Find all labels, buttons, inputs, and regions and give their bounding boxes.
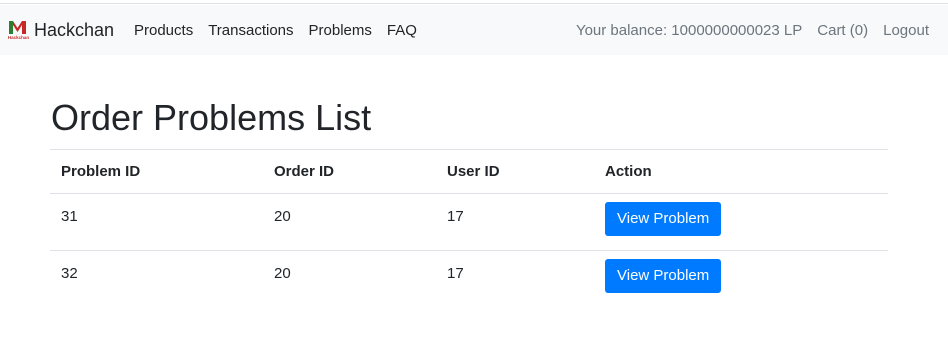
header-order-id: Order ID xyxy=(263,149,436,194)
view-problem-button[interactable]: View Problem xyxy=(605,202,722,236)
table-header-row: Problem ID Order ID User ID Action xyxy=(50,149,888,194)
cell-action: View Problem xyxy=(594,193,888,251)
cell-user-id: 17 xyxy=(436,193,594,251)
brand-link[interactable]: Hackchan Hackchan xyxy=(8,5,114,55)
balance-text: Your balance: 1000000000023 LP xyxy=(575,21,803,39)
cell-problem-id: 32 xyxy=(61,265,78,282)
main-nav: Products Transactions Problems FAQ xyxy=(134,5,432,55)
nav-products[interactable]: Products xyxy=(134,22,193,39)
cell-order-id: 20 xyxy=(274,265,291,282)
navbar: Hackchan Hackchan Products Transactions … xyxy=(0,5,948,55)
user-nav: Your balance: 1000000000023 LP Cart (0) … xyxy=(576,5,929,55)
nav-transactions[interactable]: Transactions xyxy=(208,22,293,39)
svg-text:Hackchan: Hackchan xyxy=(8,35,29,40)
nav-problems[interactable]: Problems xyxy=(309,22,372,39)
view-problem-button[interactable]: View Problem xyxy=(605,259,722,293)
logout-link[interactable]: Logout xyxy=(883,22,929,39)
cell-problem-id: 31 xyxy=(50,193,263,251)
cell-user-id: 17 xyxy=(447,265,464,282)
header-user-id: User ID xyxy=(436,149,594,194)
hackchan-logo-icon: Hackchan xyxy=(8,21,29,40)
problems-table: Problem ID Order ID User ID Action 31 20… xyxy=(50,149,888,308)
brand-name: Hackchan xyxy=(34,19,115,40)
cell-order-id: 20 xyxy=(263,193,436,251)
nav-faq[interactable]: FAQ xyxy=(387,22,417,39)
header-problem-id: Problem ID xyxy=(50,149,263,194)
table-row: 31 20 17 View Problem xyxy=(50,193,888,251)
header-action: Action xyxy=(594,149,888,194)
table-row: 32 20 17 View Problem xyxy=(50,251,888,308)
page-title: Order Problems List xyxy=(51,97,372,138)
cart-link[interactable]: Cart (0) xyxy=(817,22,868,39)
cell-action: View Problem xyxy=(594,251,888,308)
top-border xyxy=(0,0,948,4)
